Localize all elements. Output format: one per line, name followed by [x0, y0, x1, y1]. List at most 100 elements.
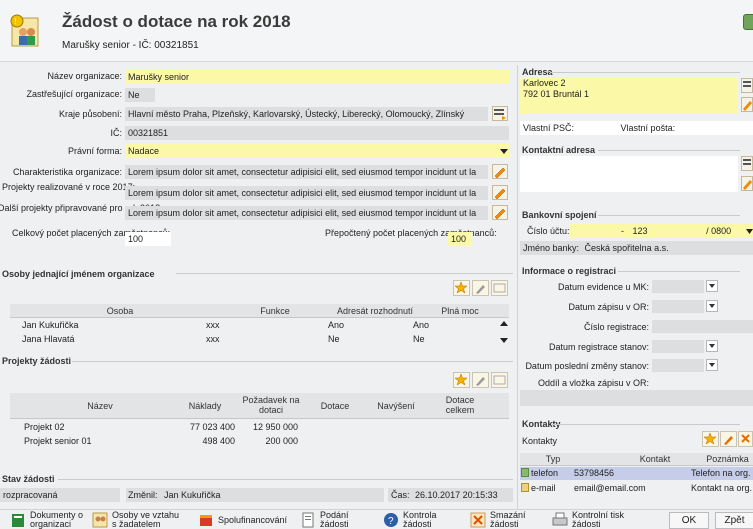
projekty-edit-button[interactable]	[492, 185, 508, 200]
col-funkce[interactable]: Funkce	[235, 306, 315, 316]
datum-zmeny-field[interactable]	[652, 359, 704, 372]
col-nazev[interactable]: Název	[60, 401, 140, 411]
spolufinancovani-button[interactable]: Spolufinancování	[198, 512, 294, 529]
psc-label: Vlastní PSČ:	[523, 123, 575, 133]
wrench-icon	[476, 377, 485, 386]
pencil-icon	[494, 167, 506, 179]
cislo-uctu-field[interactable]: - 123 / 0800	[570, 224, 753, 238]
col-osoba[interactable]: Osoba	[70, 306, 170, 316]
col-poznamka[interactable]: Poznámka	[700, 454, 753, 464]
adresa-field[interactable]: Karlovec 2 792 01 Bruntál 1	[520, 78, 738, 114]
kontaktni-edit-button[interactable]	[741, 156, 753, 171]
header-right-icon[interactable]	[743, 14, 753, 30]
nazev-field[interactable]: Marušky senior	[125, 70, 509, 84]
osoby-delete-button[interactable]	[491, 280, 508, 296]
col-kontakt[interactable]: Kontakt	[625, 454, 685, 464]
datum-zmeny-label: Datum poslední změny stanov:	[525, 361, 649, 371]
dalsi-edit-button[interactable]	[492, 205, 508, 220]
adresa-line2: 792 01 Bruntál 1	[523, 89, 590, 99]
dalsi-projekty-field[interactable]: Lorem ipsum dolor sit amet, consectetur …	[125, 206, 488, 220]
kontakty-sub: Kontakty	[522, 436, 558, 446]
kontaktni-adresa-title: Kontaktní adresa	[522, 145, 596, 155]
kraje-label: Kraje působení:	[58, 109, 122, 119]
table-row[interactable]: Jan Kukuřička xxx Ano Ano	[10, 320, 500, 332]
ok-button[interactable]: OK	[669, 512, 709, 529]
list-edit-icon	[743, 81, 751, 87]
col-navyseni[interactable]: Navýšení	[366, 401, 426, 411]
projekty-realizovane-field[interactable]: Lorem ipsum dolor sit amet, consectetur …	[125, 186, 488, 200]
grid-delete-icon	[493, 283, 506, 293]
table-row[interactable]: e-mail email@email.com Kontakt na org.	[520, 482, 753, 495]
adresa-pencil-button[interactable]	[741, 97, 753, 112]
cas-field: Čas: 26.10.2017 20:15:33	[388, 488, 513, 502]
datum-evidence-picker[interactable]	[706, 280, 718, 292]
datum-registrace-field[interactable]	[652, 340, 704, 353]
prepocteny-pocet-field[interactable]: 100	[448, 232, 472, 246]
col-adresat[interactable]: Adresát rozhodnutí	[320, 306, 430, 316]
datum-zmeny-picker[interactable]	[706, 359, 718, 371]
dokumenty-button[interactable]: Dokumenty o organizaci	[10, 511, 100, 529]
table-row[interactable]: telefon 53798456 Telefon na org.	[520, 467, 753, 480]
datum-zapisu-picker[interactable]	[706, 300, 718, 312]
charakteristika-edit-button[interactable]	[492, 164, 508, 179]
grid-delete-icon	[493, 375, 506, 385]
psc-row: Vlastní PSČ: Vlastní pošta:	[520, 121, 753, 135]
svg-text:!: !	[15, 17, 17, 26]
cas-label: Čas:	[391, 490, 410, 500]
add-star-icon	[703, 432, 717, 445]
kraje-edit-button[interactable]	[492, 106, 508, 121]
charakteristika-field[interactable]: Lorem ipsum dolor sit amet, consectetur …	[125, 165, 488, 179]
forma-label: Právní forma:	[67, 146, 122, 156]
projekty-title: Projekty žádosti	[2, 356, 72, 366]
osoby-vztah-button[interactable]: Osoby ve vztahu s žadatelem	[92, 511, 192, 529]
adresa-edit-button[interactable]	[741, 78, 753, 93]
people-icon	[92, 512, 108, 528]
projekty-delete-button[interactable]	[491, 372, 508, 388]
email-icon	[521, 483, 529, 492]
datum-registrace-picker[interactable]	[706, 340, 718, 352]
print-icon	[552, 512, 568, 526]
chevron-down-icon	[709, 344, 715, 348]
kraje-field[interactable]: Hlavní město Praha, Plzeňský, Karlovarsk…	[125, 107, 488, 121]
kontrolni-tisk-button[interactable]: Kontrolní tisk žádosti	[552, 511, 652, 529]
ic-field[interactable]: 00321851	[125, 126, 509, 140]
zpet-button[interactable]: Zpět	[715, 512, 753, 529]
pencil-icon	[494, 208, 506, 220]
datum-zapisu-field[interactable]	[652, 300, 704, 313]
phone-icon	[521, 468, 529, 477]
col-naklady[interactable]: Náklady	[175, 401, 235, 411]
kontakty-add-button[interactable]	[702, 431, 719, 447]
scroll-arrows-icon[interactable]	[500, 320, 508, 344]
table-row[interactable]: Jana Hlavatá xxx Ne Ne	[10, 334, 500, 346]
kontakty-delete-button[interactable]	[738, 431, 753, 447]
celkovy-pocet-field[interactable]: 100	[125, 232, 171, 246]
osoby-edit-button[interactable]	[472, 280, 489, 296]
projekty-edit-button[interactable]	[472, 372, 489, 388]
zastresujici-label: Zastřešující organizace:	[26, 89, 122, 99]
forma-select[interactable]: Nadace	[125, 144, 509, 158]
col-dotace-celkem[interactable]: Dotace celkem	[435, 395, 485, 415]
osoby-add-button[interactable]	[453, 280, 470, 296]
col-plna-moc[interactable]: Plná moc	[425, 306, 495, 316]
panel-divider	[517, 65, 518, 509]
podani-button[interactable]: Podání žádosti	[300, 511, 372, 529]
projekty-divider	[72, 361, 513, 362]
projekty-add-button[interactable]	[453, 372, 470, 388]
oddil-vlozka-field[interactable]	[520, 390, 753, 406]
datum-evidence-field[interactable]	[652, 280, 704, 293]
col-dotace[interactable]: Dotace	[310, 401, 360, 411]
smazani-button[interactable]: Smazání žádosti	[470, 511, 550, 529]
col-typ[interactable]: Typ	[538, 454, 568, 464]
kontakty-edit-button[interactable]	[720, 431, 737, 447]
kontaktni-adresa-field[interactable]	[520, 156, 738, 192]
kontaktni-pencil-button[interactable]	[741, 176, 753, 191]
zastresujici-field[interactable]: Ne	[125, 88, 155, 102]
zmenil-label: Změnil:	[128, 490, 158, 500]
delete-icon	[741, 434, 750, 443]
cislo-prefix: -	[621, 226, 624, 236]
cislo-registrace-field[interactable]	[652, 320, 753, 333]
kontrola-button[interactable]: ? Kontrola žádosti	[383, 511, 463, 529]
table-row[interactable]: Projekt senior 01 498 400 200 000	[10, 436, 505, 448]
col-pozadavek[interactable]: Požadavek na dotaci	[240, 395, 302, 415]
table-row[interactable]: Projekt 02 77 023 400 12 950 000	[10, 422, 505, 434]
